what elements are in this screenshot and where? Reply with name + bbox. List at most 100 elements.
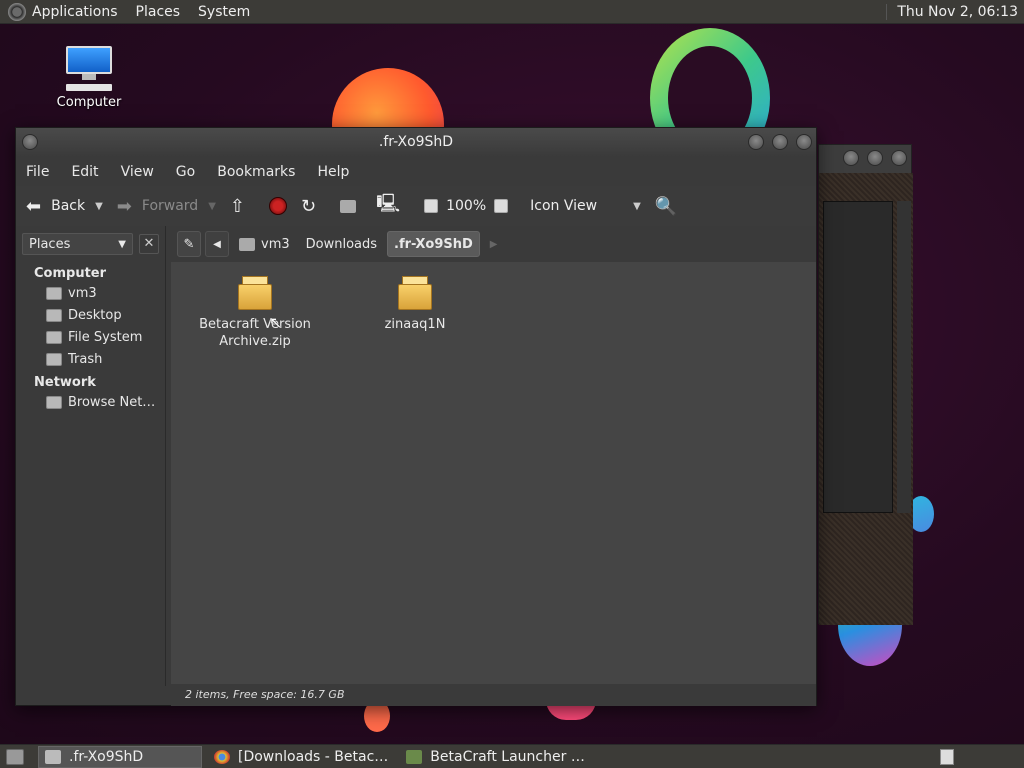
menu-applications[interactable]: Applications: [32, 4, 118, 20]
view-mode-label: Icon View: [530, 198, 598, 214]
chevron-left-icon: ◀: [213, 238, 221, 250]
sidebar-item-label: File System: [68, 330, 143, 345]
forward-button[interactable]: ➡ Forward ▼: [117, 196, 216, 217]
taskbar-item-launcher[interactable]: BetaCraft Launcher …: [400, 746, 591, 768]
search-icon: 🔍: [654, 195, 678, 217]
menu-view[interactable]: View: [121, 164, 154, 180]
launcher-icon: [406, 749, 423, 764]
taskbar-item-label: .fr-Xo9ShD: [69, 748, 144, 765]
clock[interactable]: Thu Nov 2, 06:13: [886, 3, 1024, 20]
file-name: zinaaq1N: [384, 317, 446, 332]
scrollbar[interactable]: [897, 201, 911, 513]
background-window[interactable]: [818, 144, 913, 625]
computer-icon: 🖳: [376, 193, 401, 214]
back-label: Back: [51, 198, 86, 214]
sidebar-item-label: Trash: [68, 352, 103, 367]
taskbar-item-browser[interactable]: [Downloads - Betac…: [208, 746, 394, 768]
path-segment-current[interactable]: .fr-Xo9ShD: [387, 231, 480, 257]
mouse-cursor-icon: ↖: [269, 313, 283, 332]
forward-label: Forward: [141, 198, 199, 214]
sidebar-type-select[interactable]: Places ▼: [22, 233, 133, 255]
zoom-out-button[interactable]: [424, 199, 439, 213]
up-button[interactable]: ⇧: [230, 196, 255, 217]
sidebar-item-label: vm3: [68, 286, 97, 301]
computer-button[interactable]: 🖳: [376, 191, 410, 221]
reload-button[interactable]: ↻: [301, 196, 326, 217]
folder-icon: [45, 749, 61, 764]
home-icon: [239, 237, 255, 251]
file-name: Betacraft Version Archive.zip: [199, 317, 311, 349]
chevron-down-icon: ▼: [118, 238, 126, 250]
minimize-button[interactable]: [843, 150, 859, 166]
path-segment-label: Downloads: [305, 236, 378, 252]
window-title: .fr-Xo9ShD: [378, 134, 454, 150]
maximize-button[interactable]: [772, 134, 788, 150]
back-history-dropdown[interactable]: ▼: [95, 201, 103, 212]
window-menu-button[interactable]: [22, 134, 38, 150]
sidebar-header: Places ▼ ✕: [16, 226, 165, 262]
menu-bookmarks[interactable]: Bookmarks: [217, 164, 295, 180]
forward-arrow-icon: ➡: [116, 195, 132, 217]
sidebar-item-vm3[interactable]: vm3: [16, 283, 165, 305]
menu-help[interactable]: Help: [317, 164, 349, 180]
sidebar-item-desktop[interactable]: Desktop: [16, 305, 165, 327]
sidebar-item-browse-network[interactable]: Browse Net…: [16, 392, 165, 414]
desktop-icon-computer[interactable]: Computer: [50, 44, 128, 110]
sidebar: Places ▼ ✕ Computer vm3 Desktop File Sys…: [16, 226, 166, 686]
path-segment-vm3[interactable]: vm3: [233, 231, 296, 257]
computer-icon: [64, 44, 114, 82]
background-window-titlebar[interactable]: [819, 145, 911, 173]
file-item[interactable]: Betacraft Version Archive.zip ↖: [195, 276, 315, 350]
top-panel: Applications Places System Thu Nov 2, 06…: [0, 0, 1024, 24]
desktop-icon-label: Computer: [56, 95, 122, 110]
menu-places[interactable]: Places: [136, 4, 181, 20]
file-grid: Betacraft Version Archive.zip ↖ zinaaq1N: [171, 262, 816, 642]
up-arrow-icon: ⇧: [229, 195, 245, 217]
status-bar: 2 items, Free space: 16.7 GB: [171, 684, 816, 706]
file-view[interactable]: ✎ ◀ vm3 Downloads .fr-Xo9ShD ▶ Betacraft…: [171, 226, 816, 686]
sidebar-item-file-system[interactable]: File System: [16, 327, 165, 349]
sidebar-item-trash[interactable]: Trash: [16, 349, 165, 371]
trash-icon: [46, 353, 62, 366]
menu-system[interactable]: System: [198, 4, 250, 20]
menubar: File Edit View Go Bookmarks Help: [16, 157, 816, 186]
menu-file[interactable]: File: [26, 164, 49, 180]
view-mode-select[interactable]: Icon View ▼: [530, 198, 641, 214]
location-edit-toggle[interactable]: ✎: [177, 231, 201, 257]
close-button[interactable]: [796, 134, 812, 150]
path-segment-label: vm3: [261, 236, 290, 252]
reload-icon: ↻: [301, 195, 317, 217]
chevron-down-icon: ▼: [633, 200, 641, 212]
back-arrow-icon: ⬅: [26, 195, 42, 217]
distro-logo-icon[interactable]: [8, 2, 26, 21]
minimize-button[interactable]: [748, 134, 764, 150]
search-button[interactable]: 🔍: [655, 196, 687, 217]
close-sidebar-button[interactable]: ✕: [139, 234, 159, 254]
taskbar-item-file-manager[interactable]: .fr-Xo9ShD: [38, 745, 202, 768]
path-scroll-left[interactable]: ◀: [205, 231, 229, 257]
taskbar-item-label: [Downloads - Betac…: [238, 748, 389, 765]
show-desktop-icon[interactable]: [6, 748, 24, 765]
file-item[interactable]: zinaaq1N: [355, 276, 475, 333]
menu-go[interactable]: Go: [176, 164, 195, 180]
close-button[interactable]: [891, 150, 907, 166]
home-button[interactable]: [340, 199, 362, 213]
menu-edit[interactable]: Edit: [71, 164, 98, 180]
edit-icon: ✎: [183, 236, 195, 252]
sidebar-section-network: Network: [34, 375, 96, 390]
path-scroll-right[interactable]: ▶: [484, 231, 504, 257]
back-button[interactable]: ⬅ Back ▼: [26, 196, 103, 217]
toolbar: ⬅ Back ▼ ➡ Forward ▼ ⇧ ↻ 🖳 100% Icon Vie…: [16, 186, 816, 226]
path-segment-downloads[interactable]: Downloads: [300, 231, 383, 257]
stop-icon: [269, 197, 287, 215]
window-titlebar[interactable]: .fr-Xo9ShD: [16, 128, 816, 157]
file-manager-window: .fr-Xo9ShD File Edit View Go Bookmarks H…: [15, 127, 817, 706]
stop-button[interactable]: [269, 197, 287, 215]
zoom-control: 100%: [424, 198, 516, 214]
trash-applet-icon[interactable]: [940, 748, 954, 765]
sidebar-item-label: Browse Net…: [68, 395, 156, 410]
taskbar-item-label: BetaCraft Launcher …: [430, 748, 585, 765]
zoom-in-button[interactable]: [494, 199, 509, 213]
forward-history-dropdown[interactable]: ▼: [208, 201, 216, 212]
maximize-button[interactable]: [867, 150, 883, 166]
